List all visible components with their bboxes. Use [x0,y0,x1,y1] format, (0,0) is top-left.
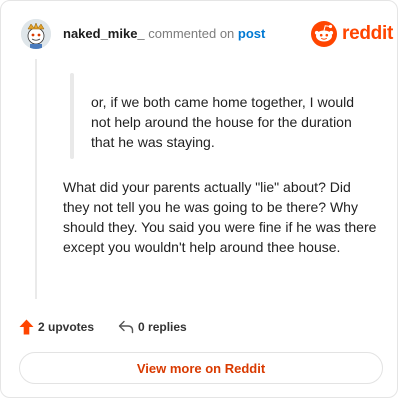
replies-button[interactable]: 0 replies [118,320,187,334]
comment-embed-card: naked_mike_ commented on post reddit or,… [0,0,398,398]
upvote-button[interactable]: 2 upvotes [19,319,94,335]
upvote-count: 2 upvotes [38,320,95,334]
post-link[interactable]: post [238,26,265,41]
quoted-text: or, if we both came home together, I wou… [91,94,355,150]
thread-line [35,59,37,299]
reply-icon [118,320,134,334]
reddit-logo-icon [311,21,337,47]
action-text: commented on [148,26,235,41]
brand-wordmark: reddit [342,23,393,44]
avatar[interactable] [21,19,51,49]
reply-count: 0 replies [138,320,187,334]
reddit-brand[interactable]: reddit [311,21,393,47]
blockquote-bar [70,73,74,159]
view-more-button[interactable]: View more on Reddit [19,352,383,384]
author-username[interactable]: naked_mike_ [63,26,145,41]
comment-meta: naked_mike_ commented on post [63,26,265,42]
comment-actions: 2 upvotes 0 replies [19,319,187,335]
snoo-avatar-icon [21,19,51,49]
upvote-arrow-icon [19,319,34,335]
comment-body: What did your parents actually "lie" abo… [63,179,377,255]
